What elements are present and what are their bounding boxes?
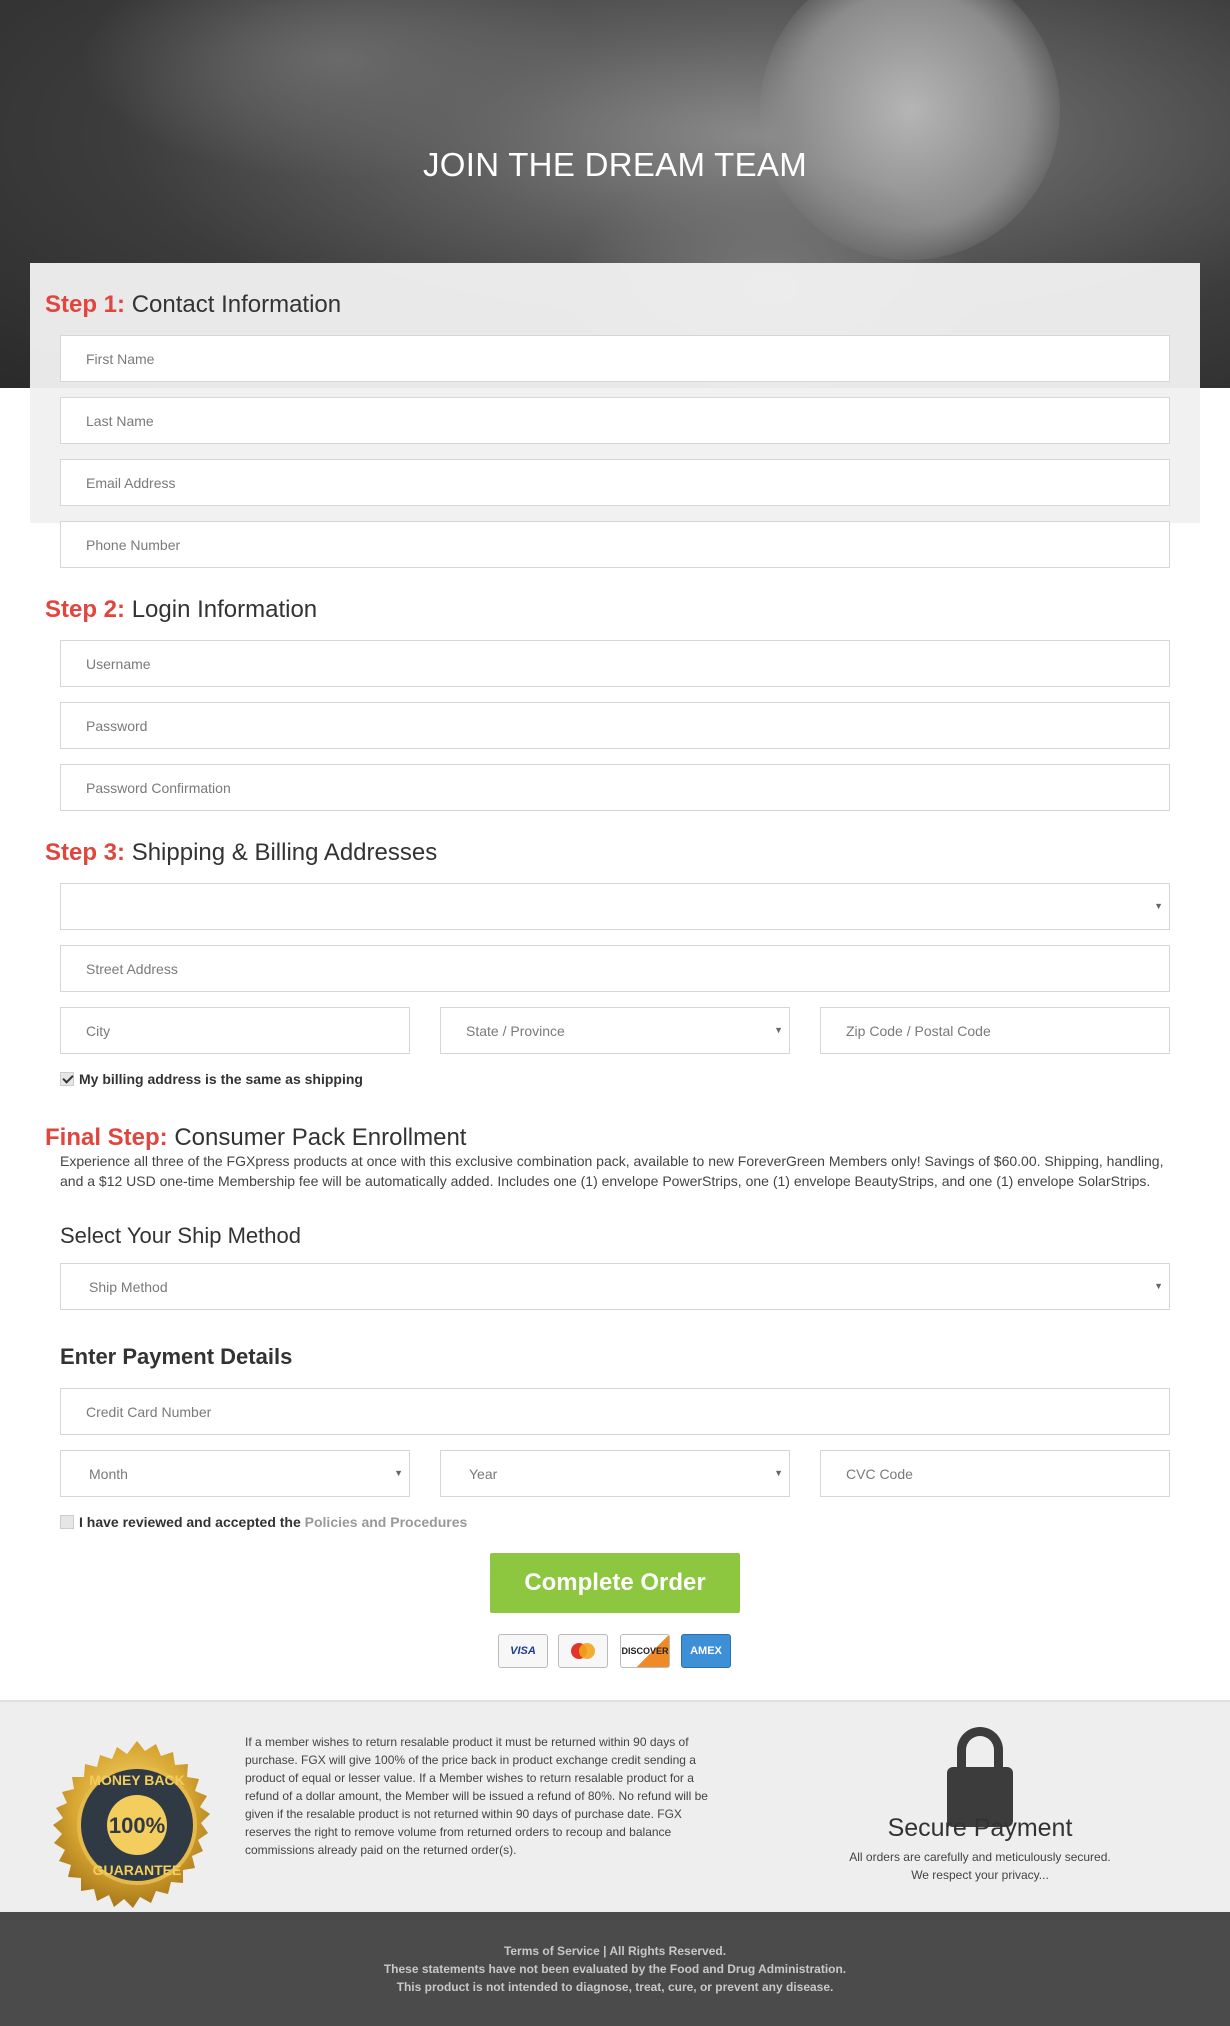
- mastercard-circles: [571, 1643, 595, 1659]
- agreement-label: I have reviewed and accepted the: [79, 1514, 305, 1530]
- step1-heading: Step 1: Contact Information: [45, 291, 341, 319]
- footer-fda-statement: These statements have not been evaluated…: [383, 1962, 847, 1976]
- street-address-input[interactable]: Street Address: [60, 945, 1170, 992]
- secure-payment-text: All orders are carefully and meticulousl…: [830, 1848, 1130, 1884]
- password-placeholder: Password: [86, 718, 148, 734]
- card-number-input[interactable]: Credit Card Number: [60, 1388, 1170, 1435]
- username-placeholder: Username: [86, 656, 151, 672]
- zip-input[interactable]: Zip Code / Postal Code: [820, 1007, 1170, 1054]
- chevron-down-icon: ▼: [774, 1468, 783, 1478]
- hero-title: JOIN THE DREAM TEAM: [422, 146, 808, 183]
- final-step-title: Consumer Pack Enrollment: [174, 1124, 467, 1151]
- year-value: Year: [469, 1466, 498, 1482]
- visa-icon: VISA: [498, 1634, 548, 1668]
- final-step-heading: Final Step: Consumer Pack Enrollment: [45, 1124, 466, 1152]
- month-value: Month: [89, 1466, 128, 1482]
- badge-bottom-text: GUARANTEE: [93, 1862, 182, 1878]
- year-select[interactable]: Year ▼: [440, 1450, 790, 1497]
- last-name-input[interactable]: Last Name: [60, 397, 1170, 444]
- email-placeholder: Email Address: [86, 475, 176, 491]
- username-input[interactable]: Username: [60, 640, 1170, 687]
- badge-center-text: 100%: [109, 1813, 165, 1838]
- month-select[interactable]: Month ▼: [60, 1450, 410, 1497]
- city-input[interactable]: City: [60, 1007, 410, 1054]
- step3-heading: Step 3: Shipping & Billing Addresses: [45, 839, 437, 867]
- secure-payment-title: Secure Payment: [887, 1814, 1073, 1842]
- step1-title: Contact Information: [131, 291, 342, 318]
- step1-prefix: Step 1:: [45, 291, 126, 318]
- payment-heading: Enter Payment Details: [60, 1344, 293, 1369]
- chevron-down-icon: ▼: [774, 1025, 783, 1035]
- country-select[interactable]: ▼: [60, 883, 1170, 930]
- ship-method-value: Ship Method: [89, 1279, 168, 1295]
- cvc-input[interactable]: CVC Code: [820, 1450, 1170, 1497]
- footer-disclaimer: This product is not intended to diagnose…: [396, 1980, 834, 1994]
- phone-input[interactable]: Phone Number: [60, 521, 1170, 568]
- amex-icon: AMEX: [681, 1634, 731, 1668]
- password-confirmation-input[interactable]: Password Confirmation: [60, 764, 1170, 811]
- state-select[interactable]: State / Province ▼: [440, 1007, 790, 1054]
- billing-same-checkbox[interactable]: My billing address is the same as shippi…: [60, 1071, 363, 1087]
- complete-order-button[interactable]: Complete Order: [490, 1553, 740, 1613]
- step2-title: Login Information: [131, 596, 318, 623]
- discover-label: DISCOVER: [621, 1646, 669, 1656]
- phone-placeholder: Phone Number: [86, 537, 181, 553]
- step2-heading: Step 2: Login Information: [45, 596, 317, 624]
- zip-placeholder: Zip Code / Postal Code: [846, 1023, 991, 1039]
- last-name-placeholder: Last Name: [86, 413, 154, 429]
- secure-line-1: All orders are carefully and meticulousl…: [849, 1850, 1111, 1864]
- ship-method-select[interactable]: Ship Method ▼: [60, 1263, 1170, 1310]
- first-name-placeholder: First Name: [86, 351, 155, 367]
- chevron-down-icon: ▼: [394, 1468, 403, 1478]
- step3-title: Shipping & Billing Addresses: [131, 839, 438, 866]
- billing-same-label: My billing address is the same as shippi…: [79, 1071, 363, 1087]
- card-number-placeholder: Credit Card Number: [86, 1404, 212, 1420]
- footer-terms[interactable]: Terms of Service | All Rights Reserved.: [0, 1942, 1230, 1960]
- policies-link[interactable]: Policies and Procedures: [305, 1514, 468, 1530]
- mastercard-icon: [558, 1634, 608, 1668]
- amex-label: AMEX: [690, 1645, 722, 1657]
- email-input[interactable]: Email Address: [60, 459, 1170, 506]
- discover-icon: DISCOVER: [620, 1634, 670, 1668]
- cvc-placeholder: CVC Code: [846, 1466, 913, 1482]
- password-confirmation-placeholder: Password Confirmation: [86, 780, 231, 796]
- ship-method-heading: Select Your Ship Method: [60, 1223, 301, 1248]
- secure-line-2: We respect your privacy...: [911, 1868, 1049, 1882]
- city-placeholder: City: [86, 1023, 111, 1039]
- chevron-down-icon: ▼: [1154, 1281, 1163, 1291]
- refund-policy-text: If a member wishes to return resalable p…: [245, 1735, 708, 1857]
- step2-prefix: Step 2:: [45, 596, 126, 623]
- step3-prefix: Step 3:: [45, 839, 126, 866]
- final-step-prefix: Final Step:: [45, 1124, 168, 1151]
- badge-top-text: MONEY BACK: [89, 1772, 184, 1788]
- password-input[interactable]: Password: [60, 702, 1170, 749]
- street-placeholder: Street Address: [86, 961, 178, 977]
- checkbox-checked-icon[interactable]: [60, 1072, 74, 1086]
- state-placeholder: State / Province: [466, 1023, 565, 1039]
- checkbox-unchecked-icon[interactable]: [60, 1515, 74, 1529]
- agreement-checkbox[interactable]: I have reviewed and accepted the Policie…: [60, 1514, 467, 1530]
- footer: Terms of Service | All Rights Reserved. …: [0, 1912, 1230, 2026]
- visa-label: VISA: [510, 1645, 536, 1657]
- enrollment-description: Experience all three of the FGXpress pro…: [60, 1153, 1164, 1189]
- first-name-input[interactable]: First Name: [60, 335, 1170, 382]
- chevron-down-icon: ▼: [1154, 901, 1163, 911]
